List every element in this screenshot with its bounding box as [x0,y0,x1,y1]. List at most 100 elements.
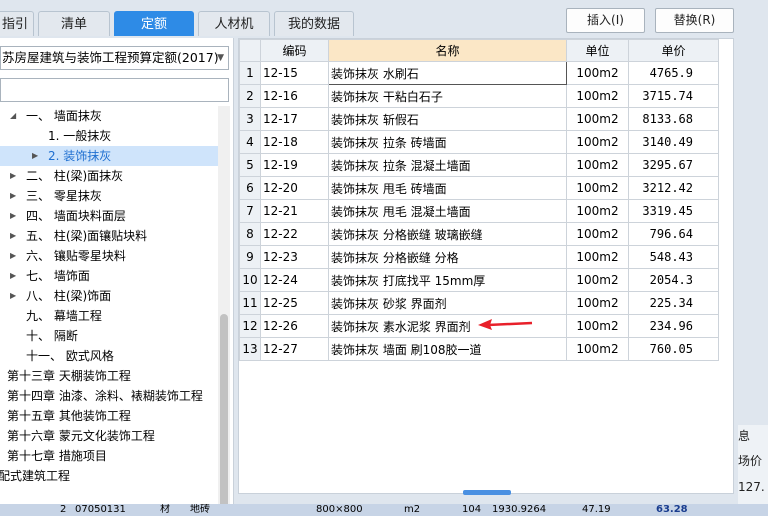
tab-my-data[interactable]: 我的数据 [274,11,354,36]
tree-item[interactable]: 第十五章 其他装饰工程 [0,406,218,426]
name-cell[interactable]: 装饰抹灰 打底找平 15mm厚 [328,268,567,292]
unit-cell[interactable]: 100m2 [566,84,629,108]
tree-item[interactable]: 配式建筑工程 [0,466,218,486]
price-cell[interactable]: 548.43 [628,245,719,269]
unit-cell[interactable]: 100m2 [566,199,629,223]
code-cell[interactable]: 12-20 [260,176,329,200]
collapsed-triangle-icon[interactable]: ▶ [10,166,16,186]
code-cell[interactable]: 12-19 [260,153,329,177]
tree-item[interactable]: 第十四章 油漆、涂料、裱糊装饰工程 [0,386,218,406]
total-cell[interactable]: 1930.9264 [492,504,546,516]
tree-item[interactable]: 第十三章 天棚装饰工程 [0,366,218,386]
quota-library-select[interactable]: 苏房屋建筑与装饰工程预算定额(2017) ▼ [0,46,229,70]
tree-item[interactable]: ◢ 一、 墙面抹灰 [0,106,218,126]
panel-splitter-handle[interactable] [463,490,511,495]
price-cell[interactable]: 3715.74 [628,84,719,108]
table-row[interactable]: 11 12-25 装饰抹灰 砂浆 界面剂 100m2 225.34 [239,291,719,315]
collapsed-triangle-icon[interactable]: ▶ [32,146,38,166]
unit-cell[interactable]: 100m2 [566,222,629,246]
unit-cell[interactable]: m2 [404,504,420,516]
code-cell[interactable]: 12-21 [260,199,329,223]
code-cell[interactable]: 12-18 [260,130,329,154]
unit-cell[interactable]: 100m2 [566,245,629,269]
tree-item[interactable]: ▶ 二、 柱(梁)面抹灰 [0,166,218,186]
code-cell[interactable]: 12-23 [260,245,329,269]
name-cell[interactable]: 装饰抹灰 砂浆 界面剂 [328,291,567,315]
tab-quota[interactable]: 定额 [114,11,194,36]
table-row[interactable]: 13 12-27 装饰抹灰 墙面 刷108胶一道 100m2 760.05 [239,337,719,361]
tab-labor-material-machine[interactable]: 人材机 [198,11,270,36]
code-cell[interactable]: 12-24 [260,268,329,292]
name-cell[interactable]: 装饰抹灰 拉条 砖墙面 [328,130,567,154]
search-input[interactable] [0,78,229,102]
collapsed-triangle-icon[interactable]: ▶ [10,286,16,306]
unit-cell[interactable]: 100m2 [566,268,629,292]
unit-cell[interactable]: 100m2 [566,130,629,154]
unit-cell[interactable]: 100m2 [566,337,629,361]
price-cell[interactable]: 47.19 [582,504,611,516]
unit-cell[interactable]: 100m2 [566,61,629,85]
name-column-header[interactable]: 名称 [328,39,567,62]
unit-cell[interactable]: 100m2 [566,107,629,131]
tree-scrollbar[interactable] [218,106,230,516]
collapsed-triangle-icon[interactable]: ▶ [10,226,16,246]
table-row[interactable]: 1 12-15 装饰抹灰 水刷石 100m2 4765.9 [239,61,719,85]
collapsed-triangle-icon[interactable]: ▶ [10,206,16,226]
name-cell-active[interactable]: 装饰抹灰 水刷石 [328,61,567,85]
table-row[interactable]: 7 12-21 装饰抹灰 甩毛 混凝土墙面 100m2 3319.45 [239,199,719,223]
table-row[interactable]: 2 12-16 装饰抹灰 干粘白石子 100m2 3715.74 [239,84,719,108]
code-cell[interactable]: 12-22 [260,222,329,246]
price-cell[interactable]: 3212.42 [628,176,719,200]
collapsed-triangle-icon[interactable]: ▶ [10,266,16,286]
expanded-triangle-icon[interactable]: ◢ [10,106,16,126]
tab-bill[interactable]: 清单 [38,11,110,36]
table-row[interactable]: 10 12-24 装饰抹灰 打底找平 15mm厚 100m2 2054.3 [239,268,719,292]
tree-item[interactable]: 九、 幕墙工程 [0,306,218,326]
tree-item[interactable]: ▶ 四、 墙面块料面层 [0,206,218,226]
amount-cell[interactable]: 63.28 [656,504,688,516]
table-row[interactable]: 6 12-20 装饰抹灰 甩毛 砖墙面 100m2 3212.42 [239,176,719,200]
tree-item[interactable]: ▶ 七、 墙饰面 [0,266,218,286]
name-cell[interactable]: 装饰抹灰 分格嵌缝 玻璃嵌缝 [328,222,567,246]
price-cell[interactable]: 3319.45 [628,199,719,223]
unit-cell[interactable]: 100m2 [566,153,629,177]
unit-cell[interactable]: 100m2 [566,176,629,200]
tree-item[interactable]: 第十七章 措施项目 [0,446,218,466]
price-cell[interactable]: 2054.3 [628,268,719,292]
table-row[interactable]: 8 12-22 装饰抹灰 分格嵌缝 玻璃嵌缝 100m2 796.64 [239,222,719,246]
code-cell[interactable]: 12-15 [260,61,329,85]
tree-item[interactable]: ▶ 八、 柱(梁)饰面 [0,286,218,306]
price-column-header[interactable]: 单价 [628,39,719,62]
price-cell[interactable]: 234.96 [628,314,719,338]
qty-cell[interactable]: 104 [462,504,481,516]
table-row[interactable]: 3 12-17 装饰抹灰 斩假石 100m2 8133.68 [239,107,719,131]
code-cell[interactable]: 12-17 [260,107,329,131]
name-cell[interactable]: 装饰抹灰 墙面 刷108胶一道 [328,337,567,361]
code-cell[interactable]: 12-25 [260,291,329,315]
collapsed-triangle-icon[interactable]: ▶ [10,246,16,266]
tree-item[interactable]: 1. 一般抹灰 [0,126,218,146]
collapsed-triangle-icon[interactable]: ▶ [10,186,16,206]
name-cell[interactable]: 地砖 [190,504,210,516]
price-cell[interactable]: 3295.67 [628,153,719,177]
tree-item[interactable]: 十、 隔断 [0,326,218,346]
code-column-header[interactable]: 编码 [260,39,329,62]
price-cell[interactable]: 8133.68 [628,107,719,131]
name-cell[interactable]: 装饰抹灰 分格嵌缝 分格 [328,245,567,269]
tree-item[interactable]: ▶ 五、 柱(梁)面镶贴块料 [0,226,218,246]
price-cell[interactable]: 3140.49 [628,130,719,154]
type-cell[interactable]: 材 [160,504,170,516]
scrollbar-thumb[interactable] [220,314,228,510]
price-cell[interactable]: 225.34 [628,291,719,315]
table-row[interactable]: 4 12-18 装饰抹灰 拉条 砖墙面 100m2 3140.49 [239,130,719,154]
tab-guide[interactable]: 指引 [0,11,34,36]
code-cell[interactable]: 12-27 [260,337,329,361]
price-cell[interactable]: 760.05 [628,337,719,361]
price-cell[interactable]: 4765.9 [628,61,719,85]
code-cell[interactable]: 12-16 [260,84,329,108]
tree-item[interactable]: ▶ 六、 镶贴零星块料 [0,246,218,266]
tree-item[interactable]: 第十六章 蒙元文化装饰工程 [0,426,218,446]
tree-item[interactable]: ▶ 三、 零星抹灰 [0,186,218,206]
code-cell[interactable]: 12-26 [260,314,329,338]
price-cell[interactable]: 796.64 [628,222,719,246]
